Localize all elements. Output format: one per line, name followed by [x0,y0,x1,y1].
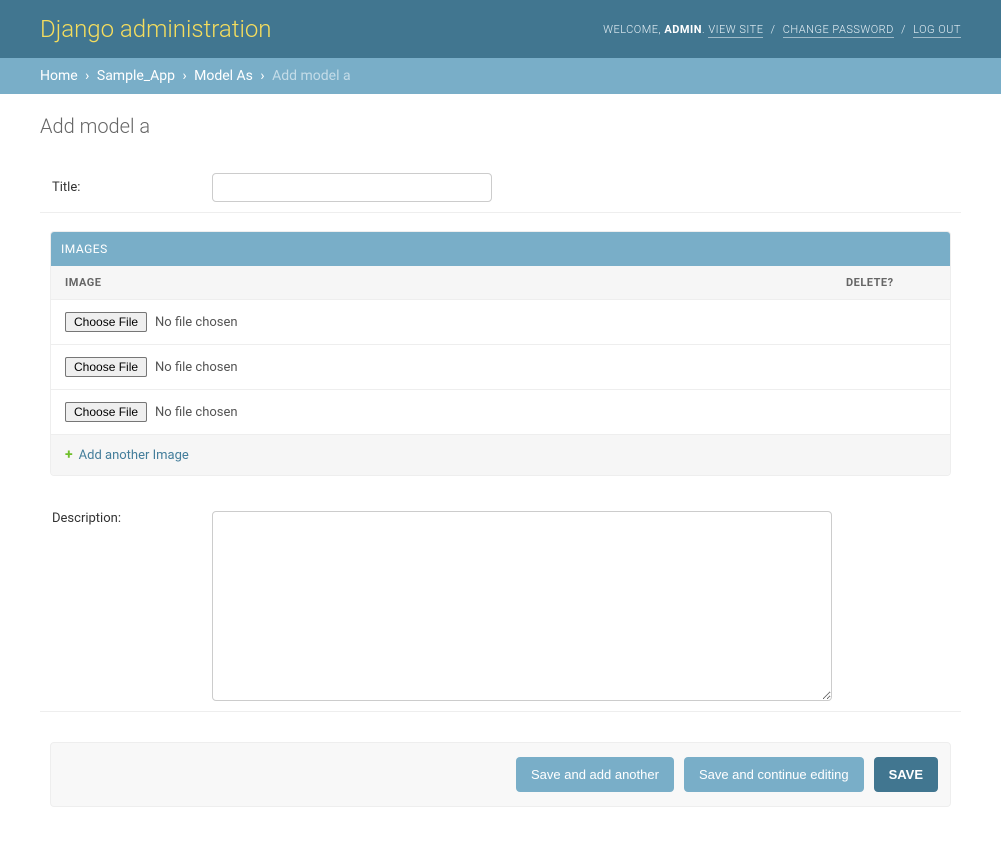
inline-row: Choose File No file chosen [51,345,950,390]
title-input[interactable] [212,173,492,202]
breadcrumb-model[interactable]: Model As [194,68,253,84]
user-tools: WELCOME, ADMIN. VIEW SITE / CHANGE PASSW… [603,23,961,36]
username: ADMIN [664,23,702,36]
field-row-description: Description: [40,501,961,712]
logout-link[interactable]: LOG OUT [913,23,961,38]
col-image-label: IMAGE [65,276,846,289]
welcome-label: WELCOME, [603,23,661,36]
save-continue-button[interactable]: Save and continue editing [684,757,864,792]
choose-file-button[interactable]: Choose File [65,357,147,377]
header-bar: Django administration WELCOME, ADMIN. VI… [0,0,1001,58]
view-site-link[interactable]: VIEW SITE [708,23,763,38]
inline-images-module: IMAGES IMAGE DELETE? Choose File No file… [50,231,951,476]
chevron-right-icon: › [256,68,268,84]
col-delete-label: DELETE? [846,276,936,289]
separator: / [767,23,780,36]
inline-row: Choose File No file chosen [51,390,950,435]
add-row: + Add another Image [51,435,950,475]
file-status: No file chosen [155,360,238,375]
file-status: No file chosen [155,315,238,330]
main-content: Add model a Title: IMAGES IMAGE DELETE? … [0,94,1001,847]
breadcrumb-current: Add model a [272,68,350,84]
inline-heading: IMAGES [51,232,950,266]
title-label: Title: [52,180,212,195]
choose-file-button[interactable]: Choose File [65,402,147,422]
breadcrumb-app[interactable]: Sample_App [97,68,175,84]
description-label: Description: [52,511,212,526]
field-row-title: Title: [40,163,961,213]
choose-file-button[interactable]: Choose File [65,312,147,332]
save-button[interactable]: SAVE [874,757,938,792]
plus-icon: + [65,447,73,463]
breadcrumb-home[interactable]: Home [40,68,78,84]
submit-row: Save and add another Save and continue e… [50,742,951,807]
chevron-right-icon: › [178,68,190,84]
save-add-another-button[interactable]: Save and add another [516,757,674,792]
page-title: Add model a [40,114,961,138]
file-status: No file chosen [155,405,238,420]
change-password-link[interactable]: CHANGE PASSWORD [783,23,894,38]
branding-title: Django administration [40,15,272,43]
inline-column-header: IMAGE DELETE? [51,266,950,300]
chevron-right-icon: › [81,68,93,84]
description-textarea[interactable] [212,511,832,701]
breadcrumb: Home › Sample_App › Model As › Add model… [0,58,1001,94]
inline-row: Choose File No file chosen [51,300,950,345]
separator: / [897,23,910,36]
add-another-label: Add another Image [79,448,189,463]
add-another-image-link[interactable]: + Add another Image [65,447,189,463]
